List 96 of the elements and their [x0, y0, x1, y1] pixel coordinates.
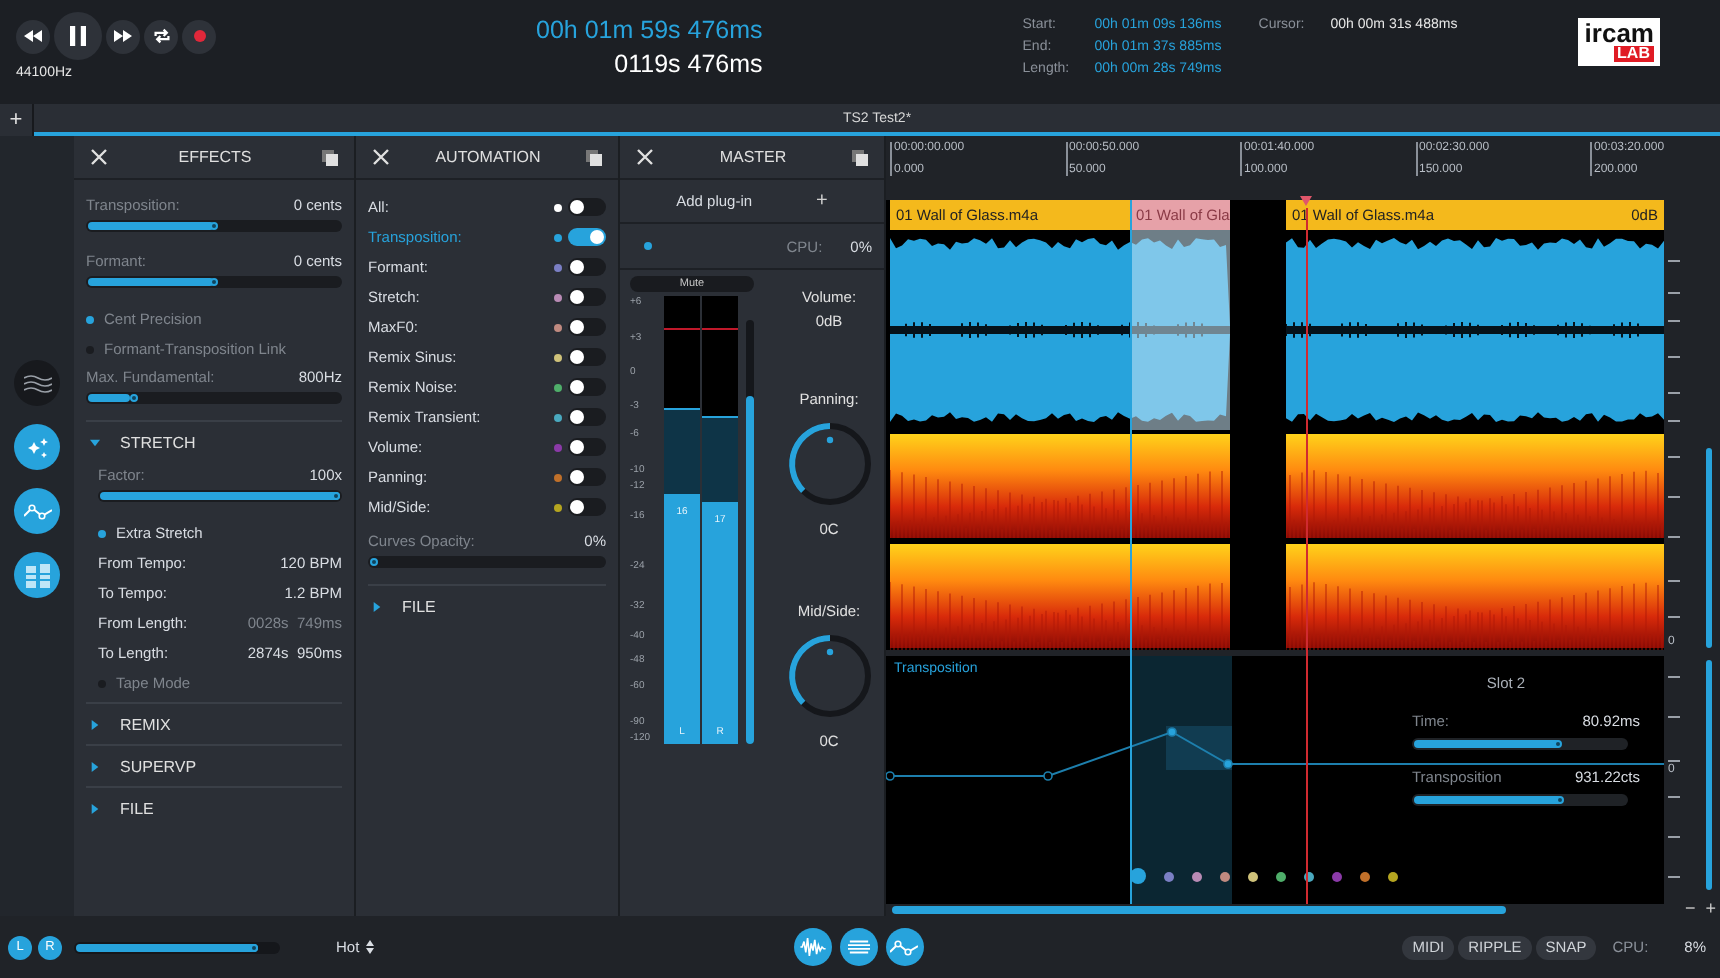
curve-dot[interactable]	[1192, 871, 1202, 881]
slider-track[interactable]	[86, 220, 342, 232]
toggle-switch[interactable]	[568, 438, 606, 456]
caret-icon	[90, 719, 100, 729]
curve-dot[interactable]	[1360, 871, 1370, 881]
section-header[interactable]: REMIX	[86, 704, 342, 744]
slider-thumb[interactable]	[129, 394, 138, 402]
close-icon	[372, 148, 390, 166]
loop-button[interactable]	[144, 19, 178, 53]
slider-track[interactable]	[74, 941, 280, 953]
slider-thumb[interactable]	[1556, 796, 1565, 804]
toggle-switch[interactable]	[568, 258, 606, 276]
caret-icon	[90, 761, 100, 771]
record-icon	[193, 30, 205, 42]
caret-icon	[90, 803, 100, 813]
curve-dot[interactable]	[1248, 871, 1258, 881]
stripes-icon	[847, 936, 870, 958]
curve-icon	[890, 939, 919, 955]
rewind-button[interactable]	[16, 19, 50, 53]
view-button[interactable]	[885, 928, 924, 966]
zoom-out-button[interactable]: −	[1684, 898, 1696, 918]
panel-title: EFFECTS	[178, 148, 252, 166]
pause-icon	[70, 26, 86, 46]
view-button[interactable]	[839, 928, 878, 966]
curve-icon	[23, 503, 51, 519]
knob[interactable]	[785, 632, 873, 720]
close-button[interactable]	[372, 148, 390, 166]
tool-button[interactable]	[14, 360, 60, 406]
toggle-switch[interactable]	[568, 468, 606, 486]
slider-thumb[interactable]	[332, 492, 340, 500]
slider-track[interactable]	[1412, 738, 1628, 750]
panel-title: AUTOMATION	[435, 148, 541, 166]
close-button[interactable]	[90, 148, 108, 166]
toggle-switch[interactable]	[568, 498, 606, 516]
caret-icon	[372, 601, 382, 611]
curve-dot[interactable]	[1220, 871, 1230, 881]
logo: ircam LAB	[1578, 18, 1660, 66]
updown-icon	[365, 940, 374, 954]
slider-thumb[interactable]	[210, 278, 218, 286]
toggle-switch[interactable]	[568, 288, 606, 306]
slider-thumb[interactable]	[370, 558, 378, 566]
windows-icon	[586, 149, 602, 165]
section-header[interactable]: FILE	[368, 586, 606, 626]
section-header[interactable]: SUPERVP	[86, 746, 342, 786]
volume-fader[interactable]	[746, 320, 754, 744]
slider-track[interactable]	[86, 276, 342, 288]
tool-button[interactable]	[14, 552, 60, 598]
curve-dot[interactable]	[1164, 871, 1174, 881]
section-header[interactable]: FILE	[86, 788, 342, 828]
waves-icon	[23, 373, 51, 393]
seconds-clock: 0119s 476ms	[614, 50, 763, 78]
add-button[interactable]: +	[816, 191, 828, 211]
curve-dot[interactable]	[1276, 871, 1286, 881]
slider-thumb[interactable]	[210, 222, 218, 230]
rewind-icon	[24, 30, 42, 42]
horizontal-scrollbar[interactable]	[892, 906, 1506, 914]
close-icon	[90, 148, 108, 166]
slider-thumb[interactable]	[1554, 740, 1563, 748]
toggle-switch[interactable]	[568, 408, 606, 426]
zoom-in-button[interactable]: +	[1705, 898, 1716, 918]
knob[interactable]	[785, 420, 873, 508]
windows-icon	[321, 149, 338, 165]
section-header[interactable]: STRETCH	[86, 422, 342, 462]
fast-forward-icon	[114, 30, 132, 42]
slider-track[interactable]	[86, 392, 342, 404]
slider-track[interactable]	[368, 556, 606, 568]
windows-icon	[852, 149, 868, 165]
curve-dot[interactable]	[1332, 871, 1342, 881]
columns-icon	[25, 563, 49, 587]
close-icon	[636, 148, 654, 166]
panel-title: MASTER	[719, 148, 787, 166]
option-dot[interactable]	[98, 529, 106, 537]
caret-icon	[90, 437, 100, 447]
cursor-marker[interactable]	[1300, 196, 1312, 206]
tool-button[interactable]	[14, 488, 60, 534]
toggle-switch[interactable]	[568, 318, 606, 336]
loop-icon	[151, 28, 171, 44]
waveform-icon	[799, 938, 826, 956]
curve-dot[interactable]	[1388, 871, 1398, 881]
slider-track[interactable]	[1412, 794, 1628, 806]
sparkle-icon	[25, 435, 49, 459]
toggle-switch[interactable]	[568, 378, 606, 396]
view-button[interactable]	[793, 928, 832, 966]
forward-button[interactable]	[106, 19, 140, 53]
time-clock: 00h 01m 59s 476ms	[536, 16, 763, 44]
close-button[interactable]	[636, 148, 654, 166]
pause-button[interactable]	[54, 12, 102, 60]
toggle-switch[interactable]	[568, 348, 606, 366]
record-button[interactable]	[182, 19, 216, 53]
indicator-dot	[644, 242, 652, 250]
vertical-scrollbar[interactable]	[1706, 660, 1712, 890]
tool-button[interactable]	[14, 424, 60, 470]
toggle-switch[interactable]	[568, 198, 606, 216]
slider-thumb[interactable]	[250, 943, 259, 951]
vertical-scrollbar[interactable]	[1706, 448, 1712, 648]
toggle-switch[interactable]	[568, 228, 606, 246]
